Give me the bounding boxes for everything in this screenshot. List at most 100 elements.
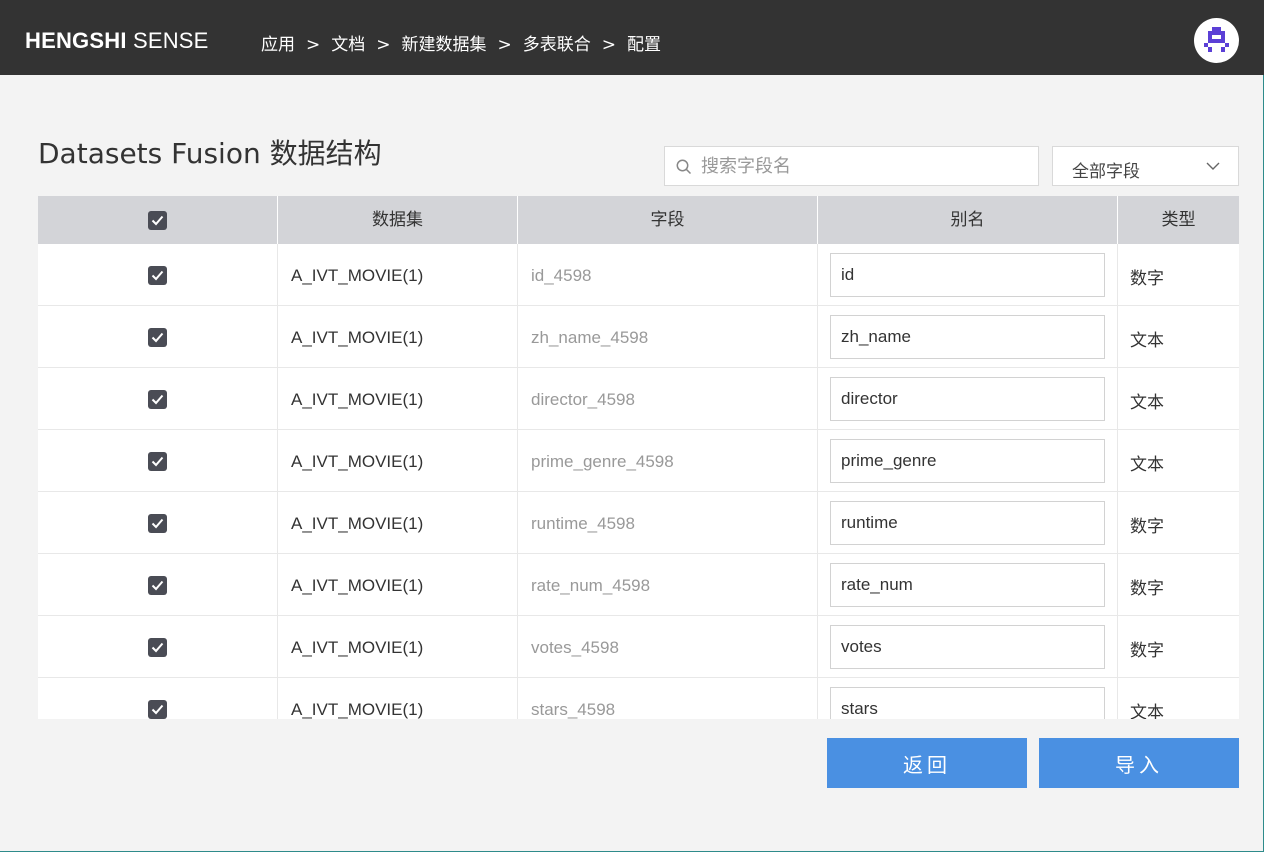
dataset-name: A_IVT_MOVIE(1): [291, 638, 424, 657]
alias-input[interactable]: [830, 687, 1105, 719]
field-type: 数字: [1130, 579, 1164, 599]
import-button[interactable]: 导入: [1039, 738, 1239, 788]
dataset-cell: A_IVT_MOVIE(1): [278, 678, 518, 719]
alias-input[interactable]: [830, 377, 1105, 421]
column-header-type: 类型: [1161, 210, 1196, 230]
breadcrumb-item-new-dataset[interactable]: 新建数据集: [402, 30, 487, 55]
alias-input[interactable]: [830, 439, 1105, 483]
brand-logo[interactable]: HENGSHI SENSE: [25, 28, 209, 54]
field-type: 文本: [1130, 331, 1164, 351]
type-cell: 数字: [1118, 554, 1239, 616]
table-row: A_IVT_MOVIE(1) zh_name_4598 文本: [38, 306, 1239, 368]
field-type: 数字: [1130, 641, 1164, 661]
avatar[interactable]: [1194, 18, 1239, 63]
dataset-cell: A_IVT_MOVIE(1): [278, 616, 518, 678]
breadcrumb: 应用 > 文档 > 新建数据集 > 多表联合 > 配置: [261, 30, 661, 55]
dataset-cell: A_IVT_MOVIE(1): [278, 430, 518, 492]
row-checkbox[interactable]: [148, 514, 167, 533]
page-title: Datasets Fusion 数据结构: [38, 137, 382, 170]
table-row: A_IVT_MOVIE(1) id_4598 数字: [38, 244, 1239, 306]
check-icon: [151, 456, 164, 467]
dataset-cell: A_IVT_MOVIE(1): [278, 492, 518, 554]
brand-name-bold: HENGSHI: [25, 28, 127, 53]
dataset-name: A_IVT_MOVIE(1): [291, 576, 424, 595]
alias-cell: [818, 368, 1118, 430]
field-name: rate_num_4598: [531, 576, 651, 595]
dataset-cell: A_IVT_MOVIE(1): [278, 244, 518, 306]
table-row: A_IVT_MOVIE(1) runtime_4598 数字: [38, 492, 1239, 554]
breadcrumb-item-multi-join[interactable]: 多表联合: [523, 30, 591, 55]
field-cell: id_4598: [518, 244, 818, 306]
breadcrumb-separator: >: [497, 35, 512, 55]
field-name: prime_genre_4598: [531, 452, 674, 471]
row-checkbox[interactable]: [148, 452, 167, 471]
row-select-cell: [38, 244, 278, 306]
dataset-name: A_IVT_MOVIE(1): [291, 266, 424, 285]
search-input[interactable]: [701, 147, 1031, 185]
alias-cell: [818, 616, 1118, 678]
row-checkbox[interactable]: [148, 576, 167, 595]
select-all-checkbox[interactable]: [148, 211, 167, 230]
breadcrumb-separator: >: [601, 35, 616, 55]
field-filter-select[interactable]: 全部字段: [1052, 146, 1239, 186]
row-select-cell: [38, 492, 278, 554]
row-checkbox[interactable]: [148, 700, 167, 719]
dataset-cell: A_IVT_MOVIE(1): [278, 368, 518, 430]
breadcrumb-separator: >: [306, 35, 321, 55]
breadcrumb-item-config: 配置: [627, 35, 661, 55]
field-name: runtime_4598: [531, 514, 635, 533]
type-cell: 文本: [1118, 306, 1239, 368]
field-type: 文本: [1130, 703, 1164, 719]
field-cell: rate_num_4598: [518, 554, 818, 616]
check-icon: [151, 642, 164, 653]
table-row: A_IVT_MOVIE(1) stars_4598 文本: [38, 678, 1239, 719]
check-icon: [151, 580, 164, 591]
field-name: stars_4598: [531, 700, 616, 719]
check-icon: [151, 518, 164, 529]
alias-input[interactable]: [830, 625, 1105, 669]
type-cell: 文本: [1118, 430, 1239, 492]
alias-cell: [818, 492, 1118, 554]
pixel-avatar-icon: [1204, 27, 1229, 52]
alias-input[interactable]: [830, 501, 1105, 545]
table-row: A_IVT_MOVIE(1) votes_4598 数字: [38, 616, 1239, 678]
column-header-dataset: 数据集: [278, 196, 518, 244]
alias-input[interactable]: [830, 315, 1105, 359]
table-row: A_IVT_MOVIE(1) prime_genre_4598 文本: [38, 430, 1239, 492]
row-select-cell: [38, 554, 278, 616]
row-checkbox[interactable]: [148, 266, 167, 285]
field-cell: director_4598: [518, 368, 818, 430]
select-all-cell: [38, 196, 278, 244]
row-checkbox[interactable]: [148, 638, 167, 657]
field-type: 文本: [1130, 393, 1164, 413]
field-search-box[interactable]: [664, 146, 1039, 186]
search-icon: [676, 159, 692, 175]
dataset-cell: A_IVT_MOVIE(1): [278, 306, 518, 368]
filter-selected-value: 全部字段: [1072, 162, 1140, 182]
alias-input[interactable]: [830, 563, 1105, 607]
type-cell: 文本: [1118, 368, 1239, 430]
check-icon: [151, 394, 164, 405]
alias-input[interactable]: [830, 253, 1105, 297]
check-icon: [151, 332, 164, 343]
field-cell: runtime_4598: [518, 492, 818, 554]
check-icon: [151, 704, 164, 715]
field-cell: stars_4598: [518, 678, 818, 719]
field-cell: votes_4598: [518, 616, 818, 678]
table-row: A_IVT_MOVIE(1) rate_num_4598 数字: [38, 554, 1239, 616]
breadcrumb-item-docs[interactable]: 文档: [331, 30, 365, 55]
back-button[interactable]: 返回: [827, 738, 1027, 788]
type-cell: 数字: [1118, 244, 1239, 306]
dataset-name: A_IVT_MOVIE(1): [291, 452, 424, 471]
table-row: A_IVT_MOVIE(1) director_4598 文本: [38, 368, 1239, 430]
row-checkbox[interactable]: [148, 390, 167, 409]
alias-cell: [818, 244, 1118, 306]
table-header: 数据集 字段 别名 类型: [38, 196, 1239, 244]
type-cell: 数字: [1118, 616, 1239, 678]
breadcrumb-separator: >: [376, 35, 391, 55]
row-checkbox[interactable]: [148, 328, 167, 347]
column-header-alias: 别名: [818, 196, 1118, 244]
breadcrumb-item-app[interactable]: 应用: [261, 30, 295, 55]
field-cell: zh_name_4598: [518, 306, 818, 368]
field-name: zh_name_4598: [531, 328, 649, 347]
